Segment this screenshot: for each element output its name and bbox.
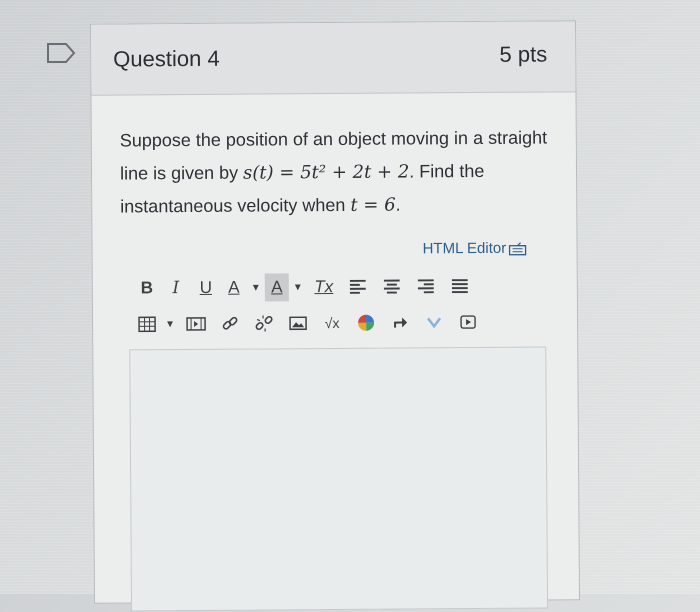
image-button[interactable]	[281, 309, 315, 337]
editor-toolbar-insert: ▼ √x	[133, 308, 485, 338]
image-icon	[289, 316, 307, 330]
video-button[interactable]	[451, 308, 485, 336]
background-color-dropdown-icon[interactable]: ▼	[289, 282, 307, 293]
align-center-icon	[384, 280, 400, 294]
question-card: Question 4 5 pts Suppose the position of…	[90, 20, 580, 603]
answer-editor-textarea[interactable]	[129, 347, 548, 612]
justify-button[interactable]	[443, 272, 477, 300]
bold-button[interactable]: B	[133, 274, 161, 302]
unlink-icon	[255, 314, 273, 332]
table-icon	[138, 316, 156, 332]
math-equation-button[interactable]: √x	[315, 309, 349, 337]
align-left-button[interactable]	[341, 273, 375, 301]
arrow-icon	[392, 315, 408, 329]
question-header: Question 4 5 pts	[91, 21, 575, 95]
chevron-icon	[427, 316, 441, 328]
html-editor-link[interactable]: HTML Editor	[423, 240, 527, 258]
align-center-button[interactable]	[375, 272, 409, 300]
link-button[interactable]	[213, 310, 247, 338]
color-wheel-button[interactable]	[349, 309, 383, 337]
color-wheel-icon	[357, 314, 375, 332]
italic-button[interactable]: I	[161, 274, 191, 302]
chevron-button[interactable]	[417, 308, 451, 336]
table-button[interactable]	[133, 310, 161, 338]
question-title: Question 4	[113, 46, 220, 73]
equation-time: t = 6	[350, 195, 395, 216]
font-color-dropdown-icon[interactable]: ▼	[247, 282, 265, 293]
arrow-button[interactable]	[383, 308, 417, 336]
video-icon	[460, 315, 476, 329]
question-points: 5 pts	[499, 42, 547, 68]
underline-button[interactable]: U	[191, 274, 221, 302]
question-text: Suppose the position of an object moving…	[120, 121, 561, 223]
clear-formatting-button[interactable]: Tx	[307, 273, 341, 301]
equation-position: s(t) = 5t² + 2t + 2	[243, 161, 409, 183]
background-color-button[interactable]: A	[265, 273, 289, 301]
align-right-icon	[418, 279, 434, 293]
media-icon	[186, 317, 206, 331]
flag-question-icon[interactable]	[46, 42, 76, 64]
html-editor-label: HTML Editor	[423, 240, 507, 258]
link-icon	[221, 315, 239, 333]
media-button[interactable]	[179, 310, 213, 338]
justify-icon	[452, 279, 468, 293]
align-left-icon	[350, 280, 366, 294]
editor-toolbar-formatting: B I U A ▼ A ▼ Tx	[133, 272, 477, 302]
keyboard-icon	[508, 241, 526, 255]
unlink-button[interactable]	[247, 309, 281, 337]
font-color-button[interactable]: A	[221, 274, 247, 302]
align-right-button[interactable]	[409, 272, 443, 300]
question-text-end: .	[396, 195, 401, 215]
table-dropdown-icon[interactable]: ▼	[161, 319, 179, 330]
